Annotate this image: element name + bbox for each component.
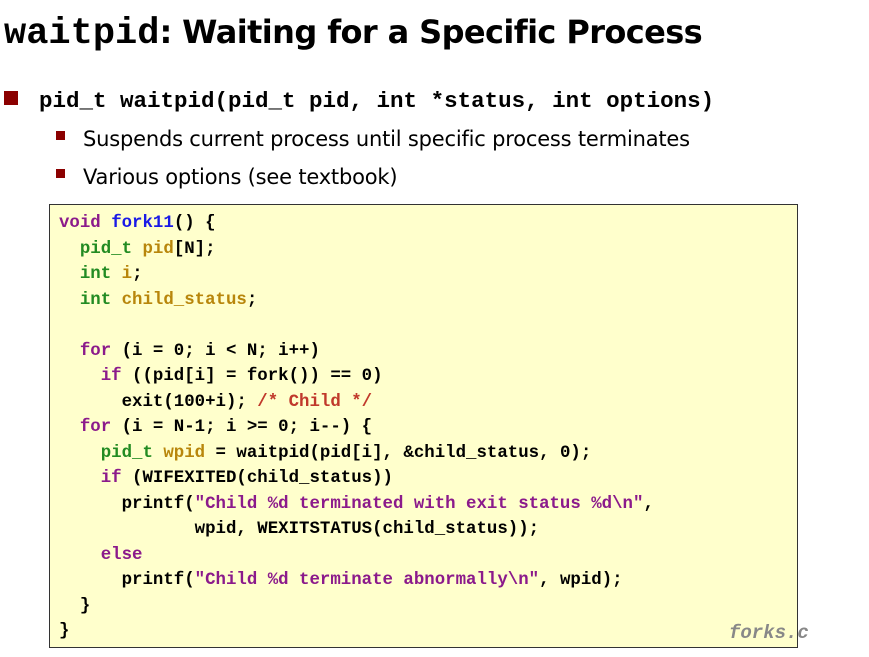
- code-token: if: [100, 469, 122, 488]
- code-line: int i;: [59, 262, 654, 288]
- code-token: wpid, WEXITSTATUS(child_status));: [59, 520, 540, 539]
- sub-bullet-text: Suspends current process until specific …: [83, 127, 690, 151]
- title-text: : Waiting for a Specific Process: [159, 13, 703, 51]
- code-listing: void fork11() { pid_t pid[N]; int i; int…: [59, 211, 654, 645]
- code-token: ;: [132, 265, 143, 284]
- code-token: printf(: [59, 494, 195, 514]
- bullet-square-icon: [56, 131, 65, 140]
- code-token: int: [79, 265, 122, 284]
- sub-bullet-text: Various options (see textbook): [83, 165, 398, 189]
- code-token: for: [79, 418, 112, 437]
- code-token: for: [79, 341, 112, 361]
- code-line: exit(100+i); /* Child */: [59, 390, 654, 416]
- code-token: ,: [643, 494, 654, 514]
- bullet-square-icon: [56, 169, 65, 178]
- code-token: () {: [173, 214, 216, 233]
- code-token: else: [100, 545, 143, 565]
- code-line: else: [59, 543, 654, 569]
- code-token: wpid: [163, 443, 206, 463]
- code-token: , wpid);: [539, 571, 623, 590]
- code-line: printf("Child %d terminate abnormally\n"…: [59, 568, 654, 594]
- code-line: int child_status;: [59, 288, 654, 314]
- code-token: ;: [246, 290, 258, 310]
- code-line: if ((pid[i] = fork()) == 0): [59, 364, 654, 390]
- code-token: ((pid[i] = fork()) == 0): [121, 367, 383, 386]
- source-filename: forks.c: [729, 622, 809, 644]
- code-token: pid_t: [100, 443, 164, 463]
- code-line: for (i = N-1; i >= 0; i--) {: [59, 415, 654, 441]
- code-line: pid_t wpid = waitpid(pid[i], &child_stat…: [59, 441, 654, 467]
- code-line: if (WIFEXITED(child_status)): [59, 466, 654, 492]
- code-token: "Child %d terminated with exit status %d…: [194, 494, 644, 514]
- code-line: printf("Child %d terminated with exit st…: [59, 492, 654, 518]
- code-line: }: [59, 619, 654, 645]
- code-token: exit(100+i);: [59, 392, 258, 412]
- code-token: pid: [142, 239, 174, 259]
- code-token: if: [100, 367, 122, 386]
- title-function-name: waitpid: [4, 13, 160, 55]
- slide-title: waitpid: Waiting for a Specific Process: [4, 8, 703, 57]
- code-token: fork11: [111, 214, 174, 233]
- code-token: = waitpid(pid[i], &child_status, 0);: [205, 443, 592, 463]
- code-token: /* Child */: [257, 392, 373, 412]
- code-token: child_status: [121, 290, 247, 310]
- code-token: pid_t: [79, 239, 143, 259]
- code-token: (WIFEXITED(child_status)): [121, 469, 393, 488]
- code-token: "Child %d terminate abnormally\n": [194, 571, 540, 590]
- code-block: void fork11() { pid_t pid[N]; int i; int…: [49, 204, 798, 648]
- code-token: }: [59, 622, 70, 641]
- code-line: void fork11() {: [59, 211, 654, 237]
- function-signature: pid_t waitpid(pid_t pid, int *status, in…: [39, 88, 715, 114]
- code-token: (i = 0; i < N; i++): [111, 341, 320, 361]
- code-token: printf(: [59, 571, 195, 590]
- code-line: }: [59, 594, 654, 620]
- code-token: void: [59, 214, 112, 233]
- code-line: pid_t pid[N];: [59, 237, 654, 263]
- code-line: wpid, WEXITSTATUS(child_status));: [59, 517, 654, 543]
- bullet-square-icon: [4, 91, 18, 105]
- code-token: [N];: [173, 239, 216, 259]
- code-token: i: [121, 265, 133, 284]
- code-token: int: [79, 290, 122, 310]
- code-token: }: [59, 596, 91, 616]
- code-line: for (i = 0; i < N; i++): [59, 339, 654, 365]
- code-token: (i = N-1; i >= 0; i--) {: [111, 418, 373, 437]
